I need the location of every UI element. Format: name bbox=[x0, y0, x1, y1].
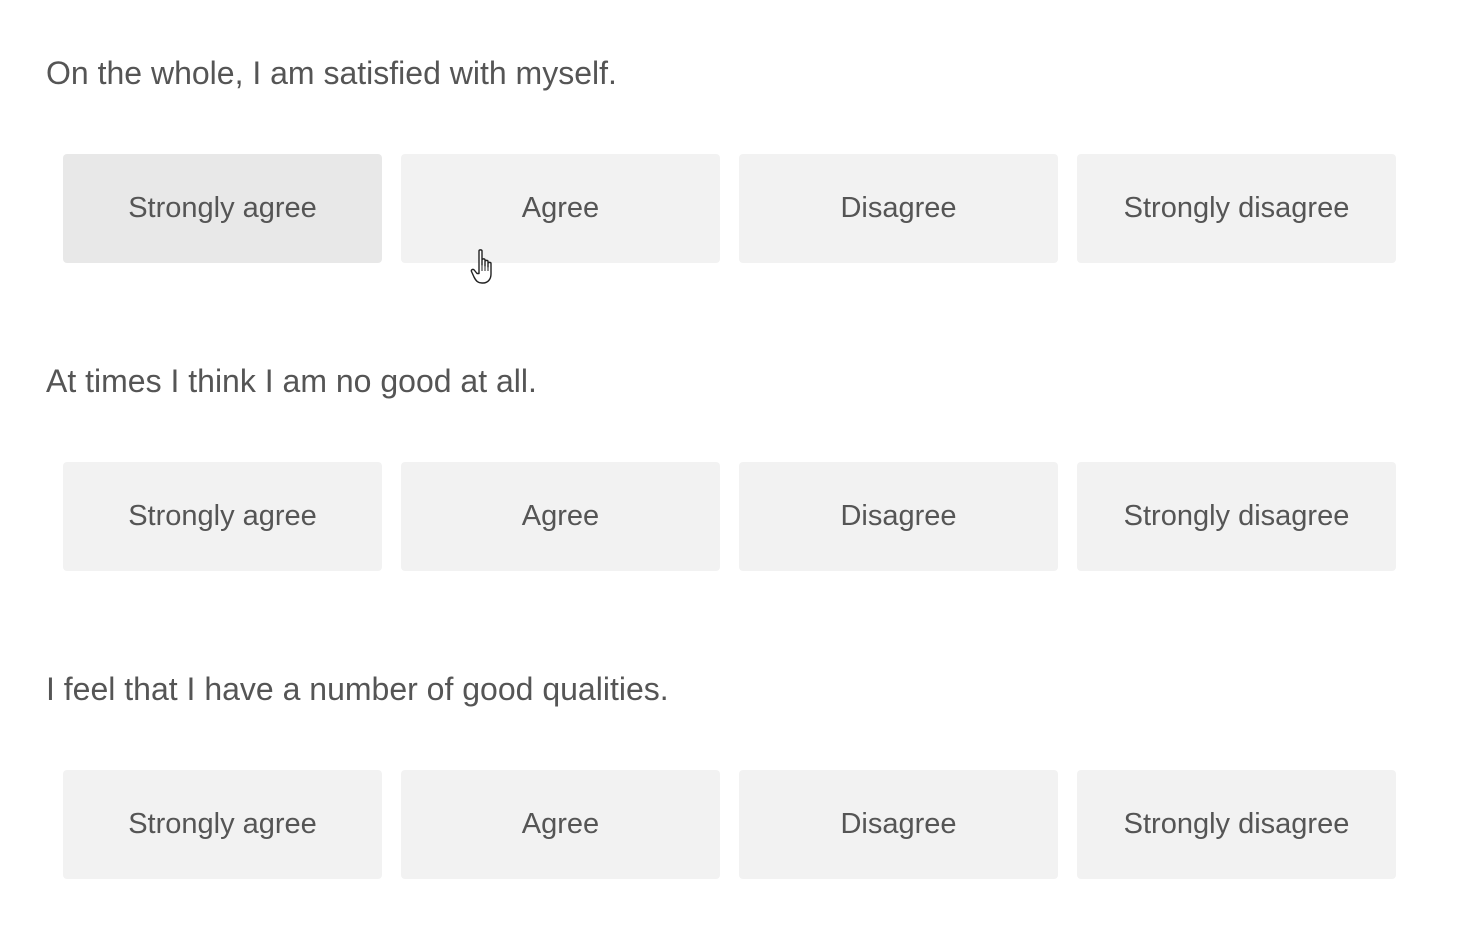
option-agree[interactable]: Agree bbox=[401, 770, 720, 879]
option-agree[interactable]: Agree bbox=[401, 154, 720, 263]
option-disagree[interactable]: Disagree bbox=[739, 154, 1058, 263]
answer-options: Strongly agree Agree Disagree Strongly d… bbox=[63, 462, 1396, 571]
option-strongly-agree[interactable]: Strongly agree bbox=[63, 462, 382, 571]
option-strongly-agree[interactable]: Strongly agree bbox=[63, 154, 382, 263]
question-text: I feel that I have a number of good qual… bbox=[46, 671, 669, 707]
answer-options: Strongly agree Agree Disagree Strongly d… bbox=[63, 770, 1396, 879]
option-strongly-disagree[interactable]: Strongly disagree bbox=[1077, 462, 1396, 571]
option-strongly-disagree[interactable]: Strongly disagree bbox=[1077, 154, 1396, 263]
option-disagree[interactable]: Disagree bbox=[739, 462, 1058, 571]
option-strongly-disagree[interactable]: Strongly disagree bbox=[1077, 770, 1396, 879]
question-text: On the whole, I am satisfied with myself… bbox=[46, 55, 617, 91]
question-text: At times I think I am no good at all. bbox=[46, 363, 537, 399]
option-disagree[interactable]: Disagree bbox=[739, 770, 1058, 879]
answer-options: Strongly agree Agree Disagree Strongly d… bbox=[63, 154, 1396, 263]
option-agree[interactable]: Agree bbox=[401, 462, 720, 571]
option-strongly-agree[interactable]: Strongly agree bbox=[63, 770, 382, 879]
